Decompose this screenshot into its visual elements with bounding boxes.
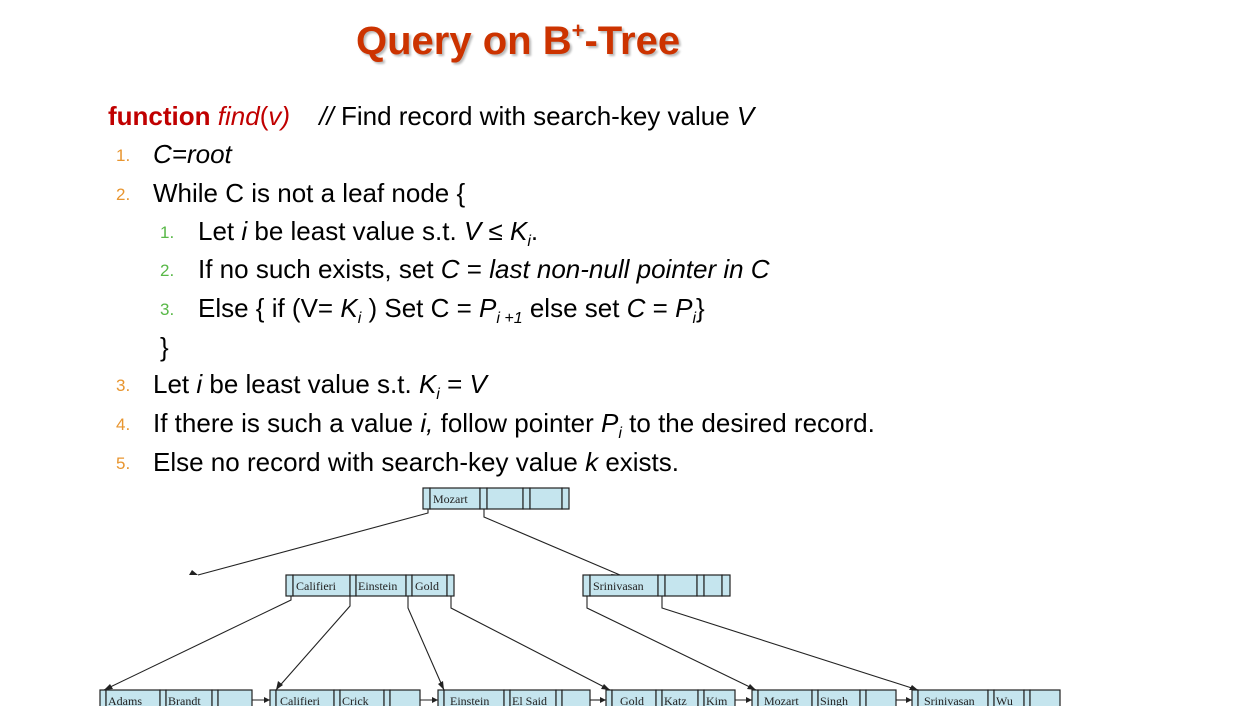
tree-leaf-2: Califieri Crick bbox=[269, 689, 421, 706]
step-1-text: C=root bbox=[153, 139, 232, 169]
title-superscript: + bbox=[571, 18, 585, 43]
internal-right-key-1: Srinivasan bbox=[593, 579, 644, 593]
leaf-3-key-1: Einstein bbox=[450, 694, 489, 706]
step-2-2-number: 2. bbox=[160, 261, 175, 280]
leaf-5-key-1: Mozart bbox=[764, 694, 799, 706]
edge-left-leaf2 bbox=[275, 592, 351, 691]
leaf-4-key-3: Kim bbox=[706, 694, 728, 706]
edge-left-leaf1 bbox=[103, 592, 292, 691]
leaf-4-key-1: Gold bbox=[620, 694, 644, 706]
root-key-1: Mozart bbox=[433, 492, 468, 506]
step-2-number: 2. bbox=[116, 185, 131, 204]
tree-leaf-1: Adams Brandt bbox=[99, 689, 253, 706]
internal-left-key-3: Gold bbox=[415, 579, 439, 593]
title-tail: -Tree bbox=[584, 19, 681, 63]
step-2-3-number: 3. bbox=[160, 300, 175, 319]
step-2-1-text: Let i be least value s.t. V ≤ Ki. bbox=[198, 216, 539, 250]
tree-leaf-6: Srinivasan Wu bbox=[911, 689, 1061, 706]
step-3-number: 3. bbox=[116, 376, 131, 395]
leaf-2-key-2: Crick bbox=[342, 694, 369, 706]
step-1-content: C=root bbox=[153, 139, 232, 169]
leaf-5-key-2: Singh bbox=[820, 694, 848, 706]
leaf-2-key-1: Califieri bbox=[280, 694, 321, 706]
title-main: Query on B bbox=[356, 19, 572, 63]
step-2-1-number: 1. bbox=[160, 223, 175, 242]
comment-var: V bbox=[736, 101, 755, 131]
slide-title: Query on B+-Tree bbox=[356, 18, 680, 64]
step-2-text: While C is not a leaf node { bbox=[153, 178, 466, 208]
edge-root-left bbox=[197, 509, 429, 576]
tree-node-internal-left: Califieri Einstein Gold bbox=[285, 574, 455, 597]
function-name: find bbox=[217, 101, 260, 131]
comment-text: Find record with search-key value bbox=[340, 101, 737, 131]
step-5-text: Else no record with search-key value k e… bbox=[153, 447, 680, 477]
edge-root-right bbox=[483, 509, 621, 576]
tree-leaf-5: Mozart Singh bbox=[751, 689, 897, 706]
tree-leaf-4: Gold Katz Kim bbox=[605, 689, 736, 706]
edge-right-leaf5 bbox=[586, 592, 757, 691]
tree-node-root: Mozart bbox=[422, 487, 570, 510]
step-2-3-text: Else { if (V= Ki ) Set C = Pi +1 else se… bbox=[198, 293, 705, 327]
leaf-6-key-2: Wu bbox=[996, 694, 1013, 706]
internal-left-key-1: Califieri bbox=[296, 579, 337, 593]
comment-slashes: // bbox=[319, 101, 334, 131]
tree-leaf-3: Einstein El Said bbox=[437, 689, 591, 706]
bplus-tree-diagram: Mozart Califieri Einstein Gold Srinivasa… bbox=[99, 487, 1061, 706]
step-1-number: 1. bbox=[116, 146, 131, 165]
closing-brace: } bbox=[160, 332, 169, 362]
step-5-number: 5. bbox=[116, 454, 131, 473]
edge-right-leaf6 bbox=[661, 592, 919, 691]
function-param: v) bbox=[268, 101, 291, 131]
leaf-3-key-2: El Said bbox=[512, 694, 547, 706]
step-2-2-text: If no such exists, set C = last non-null… bbox=[198, 254, 770, 284]
tree-node-internal-right: Srinivasan bbox=[582, 574, 731, 597]
leaf-1-key-2: Brandt bbox=[168, 694, 201, 706]
leaf-6-key-1: Srinivasan bbox=[924, 694, 975, 706]
step-3-text: Let i be least value s.t. Ki = V bbox=[153, 369, 487, 403]
step-4-number: 4. bbox=[116, 415, 131, 434]
internal-left-key-2: Einstein bbox=[358, 579, 397, 593]
leaf-4-key-2: Katz bbox=[664, 694, 687, 706]
leaf-1-key-1: Adams bbox=[108, 694, 142, 706]
edge-left-leaf3 bbox=[407, 592, 445, 691]
step-4-text: If there is such a value i, follow point… bbox=[153, 408, 875, 442]
function-signature: function find(v) // Find record with sea… bbox=[108, 101, 754, 131]
edge-left-leaf4 bbox=[450, 592, 611, 691]
function-keyword: function bbox=[108, 101, 211, 131]
